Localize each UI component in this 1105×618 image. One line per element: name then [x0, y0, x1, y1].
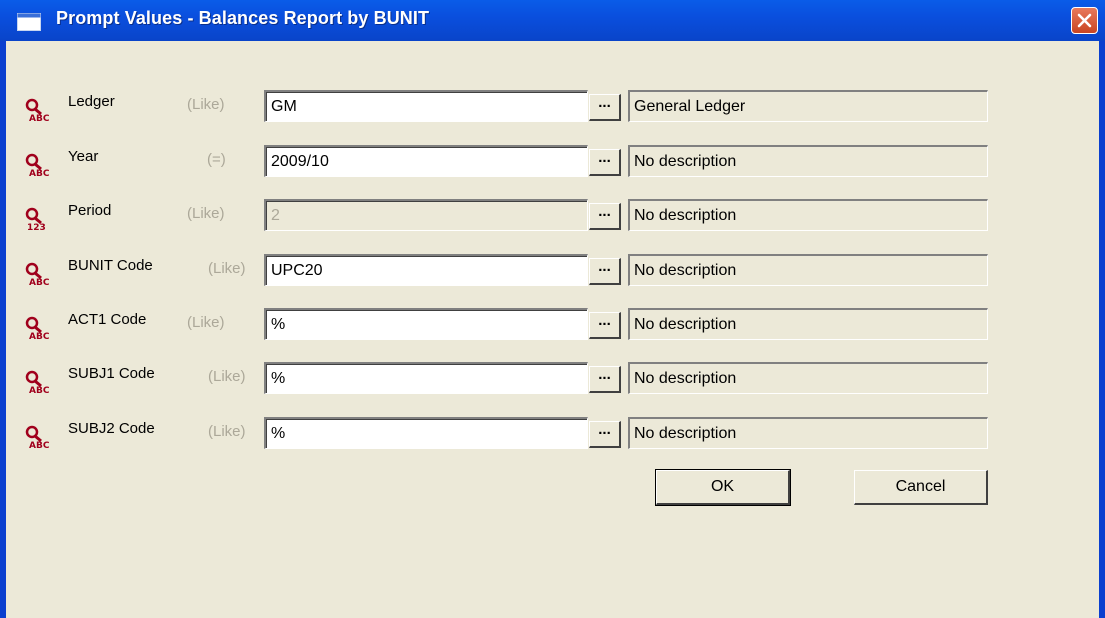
close-button[interactable] [1071, 7, 1098, 34]
abc-search-icon: ABC [25, 98, 50, 122]
svg-text:ABC: ABC [29, 278, 50, 286]
subj2-code-browse-button[interactable]: ... [589, 421, 621, 448]
svg-text:ABC: ABC [29, 332, 50, 340]
prompt-row-ledger: ABC Ledger (Like) GM ... General Ledger [6, 90, 1099, 122]
year-input[interactable]: 2009/10 [264, 145, 588, 177]
year-browse-button[interactable]: ... [589, 149, 621, 176]
operator-label: (Like) [208, 423, 246, 440]
abc-search-icon: ABC [25, 316, 50, 340]
operator-label: (=) [207, 151, 226, 168]
prompt-row-subj2-code: ABC SUBJ2 Code (Like) % ... No descripti… [6, 417, 1099, 449]
ok-button[interactable]: OK [655, 469, 791, 506]
abc-search-icon: ABC [25, 153, 50, 177]
prompt-label: Period [68, 202, 112, 219]
subj1-code-description: No description [628, 362, 988, 394]
subj1-code-input[interactable]: % [264, 362, 588, 394]
bunit-code-description: No description [628, 254, 988, 286]
operator-label: (Like) [187, 96, 225, 113]
ledger-browse-button[interactable]: ... [589, 94, 621, 121]
prompt-row-subj1-code: ABC SUBJ1 Code (Like) % ... No descripti… [6, 362, 1099, 394]
prompt-label: Ledger [68, 93, 115, 110]
prompt-label: SUBJ1 Code [68, 365, 155, 382]
period-browse-button[interactable]: ... [589, 203, 621, 230]
prompt-row-act1-code: ABC ACT1 Code (Like) % ... No descriptio… [6, 308, 1099, 340]
prompt-row-year: ABC Year (=) 2009/10 ... No description [6, 145, 1099, 177]
act1-code-input[interactable]: % [264, 308, 588, 340]
svg-text:ABC: ABC [29, 441, 50, 449]
bunit-code-browse-button[interactable]: ... [589, 258, 621, 285]
dialog-body: ABC Ledger (Like) GM ... General Ledger … [6, 41, 1099, 618]
subj2-code-input[interactable]: % [264, 417, 588, 449]
abc-search-icon: ABC [25, 262, 50, 286]
prompt-label: ACT1 Code [68, 311, 147, 328]
svg-text:ABC: ABC [29, 169, 50, 177]
act1-code-description: No description [628, 308, 988, 340]
prompt-row-bunit-code: ABC BUNIT Code (Like) UPC20 ... No descr… [6, 254, 1099, 286]
period-input: 2 [264, 199, 588, 231]
prompt-label: Year [68, 148, 99, 165]
window-title: Prompt Values - Balances Report by BUNIT [56, 8, 430, 28]
window-icon [17, 13, 41, 31]
operator-label: (Like) [187, 314, 225, 331]
subj2-code-description: No description [628, 417, 988, 449]
dialog-window: Prompt Values - Balances Report by BUNIT… [0, 0, 1105, 618]
123-search-icon: 123 [25, 207, 46, 231]
year-description: No description [628, 145, 988, 177]
act1-code-browse-button[interactable]: ... [589, 312, 621, 339]
ledger-input[interactable]: GM [264, 90, 588, 122]
svg-text:ABC: ABC [29, 114, 50, 122]
prompt-row-period: 123 Period (Like) 2 ... No description [6, 199, 1099, 231]
abc-search-icon: ABC [25, 425, 50, 449]
operator-label: (Like) [187, 205, 225, 222]
prompt-label: SUBJ2 Code [68, 420, 155, 437]
subj1-code-browse-button[interactable]: ... [589, 366, 621, 393]
bunit-code-input[interactable]: UPC20 [264, 254, 588, 286]
svg-text:ABC: ABC [29, 386, 50, 394]
ledger-description: General Ledger [628, 90, 988, 122]
svg-text:123: 123 [27, 223, 46, 231]
close-icon [1077, 13, 1092, 28]
abc-search-icon: ABC [25, 370, 50, 394]
prompt-label: BUNIT Code [68, 257, 153, 274]
operator-label: (Like) [208, 260, 246, 277]
cancel-button[interactable]: Cancel [854, 470, 988, 505]
title-bar[interactable]: Prompt Values - Balances Report by BUNIT [0, 0, 1105, 41]
operator-label: (Like) [208, 368, 246, 385]
period-description: No description [628, 199, 988, 231]
